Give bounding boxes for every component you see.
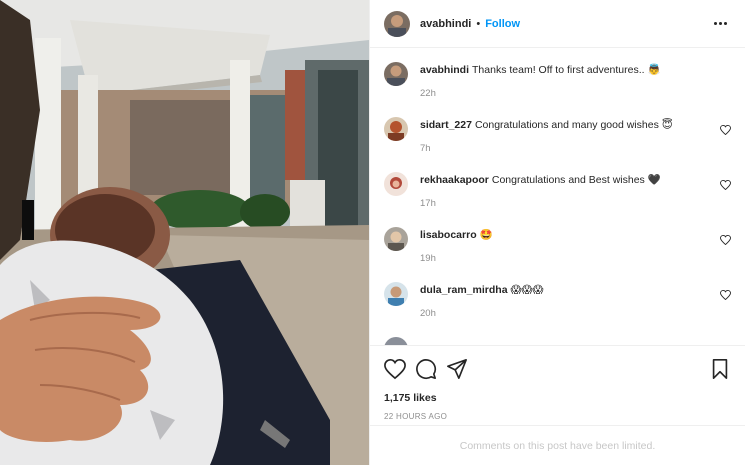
list-item: sidart_227 Congratulations and many good … xyxy=(384,117,731,172)
heart-icon[interactable] xyxy=(720,290,731,300)
comment-text: Congratulations and many good wishes xyxy=(474,119,659,131)
comments-limited-notice: Comments on this post have been limited. xyxy=(370,425,745,465)
comment-username[interactable]: avabhindi xyxy=(420,64,469,76)
comment-time[interactable]: 22h xyxy=(420,88,731,99)
comment-text: Thanks team! Off to first adventures.. xyxy=(472,64,645,76)
avatar[interactable] xyxy=(384,172,408,196)
avatar[interactable] xyxy=(384,62,408,86)
share-icon[interactable] xyxy=(446,358,468,380)
avatar[interactable] xyxy=(384,10,410,37)
heart-icon[interactable] xyxy=(720,125,731,135)
comment-time[interactable]: 7h xyxy=(420,143,731,154)
post-actions: 1,175 likes 22 HOURS AGO xyxy=(370,345,745,425)
comment-emoji: 😇 xyxy=(661,119,673,131)
comment-icon[interactable] xyxy=(415,358,437,380)
post-sidebar: avabhindi • Follow avabhindi Thanks team!… xyxy=(369,0,745,465)
comment-username[interactable]: sidart_227 xyxy=(420,119,472,131)
comment-username[interactable]: lisabocarro xyxy=(420,229,477,241)
comment-time[interactable]: 20h xyxy=(420,308,731,319)
comment-text: Congratulations and Best wishes xyxy=(491,174,645,186)
list-item: lisabocarro 🤩 19h xyxy=(384,227,731,282)
comment-username[interactable]: dula_ram_mirdha xyxy=(420,284,508,296)
comment-emoji: 🖤 xyxy=(647,174,661,186)
bookmark-icon[interactable] xyxy=(709,358,731,380)
header-separator: • xyxy=(476,17,481,30)
avatar[interactable] xyxy=(384,337,408,345)
post-header: avabhindi • Follow xyxy=(370,0,745,48)
post-timestamp[interactable]: 22 HOURS AGO xyxy=(384,412,731,421)
heart-icon[interactable] xyxy=(720,180,731,190)
heart-icon[interactable] xyxy=(384,358,406,380)
comment-emoji: 😱😱😱 xyxy=(510,284,544,296)
comment-time[interactable]: 19h xyxy=(420,253,731,264)
heart-icon[interactable] xyxy=(720,235,731,245)
comments-list[interactable]: avabhindi Thanks team! Off to first adven… xyxy=(370,48,745,345)
post-photo[interactable] xyxy=(0,0,369,465)
comment-emoji: 👼 xyxy=(647,64,661,76)
likes-count[interactable]: 1,175 likes xyxy=(384,392,731,404)
comment-time[interactable]: 17h xyxy=(420,198,731,209)
comment-username[interactable]: rekhaakapoor xyxy=(420,174,489,186)
photo-illustration xyxy=(0,0,369,465)
avatar[interactable] xyxy=(384,282,408,306)
list-item: dula_ram_mirdha 😱😱😱 20h xyxy=(384,282,731,337)
list-item xyxy=(384,337,731,345)
list-item: avabhindi Thanks team! Off to first adven… xyxy=(384,62,731,117)
post-modal: avabhindi • Follow avabhindi Thanks team!… xyxy=(0,0,745,465)
follow-button[interactable]: Follow xyxy=(485,18,520,30)
header-username[interactable]: avabhindi xyxy=(420,18,471,30)
comment-emoji: 🤩 xyxy=(479,229,493,241)
list-item: rekhaakapoor Congratulations and Best wis… xyxy=(384,172,731,227)
avatar[interactable] xyxy=(384,227,408,251)
avatar[interactable] xyxy=(384,117,408,141)
more-options-icon[interactable] xyxy=(710,18,731,29)
